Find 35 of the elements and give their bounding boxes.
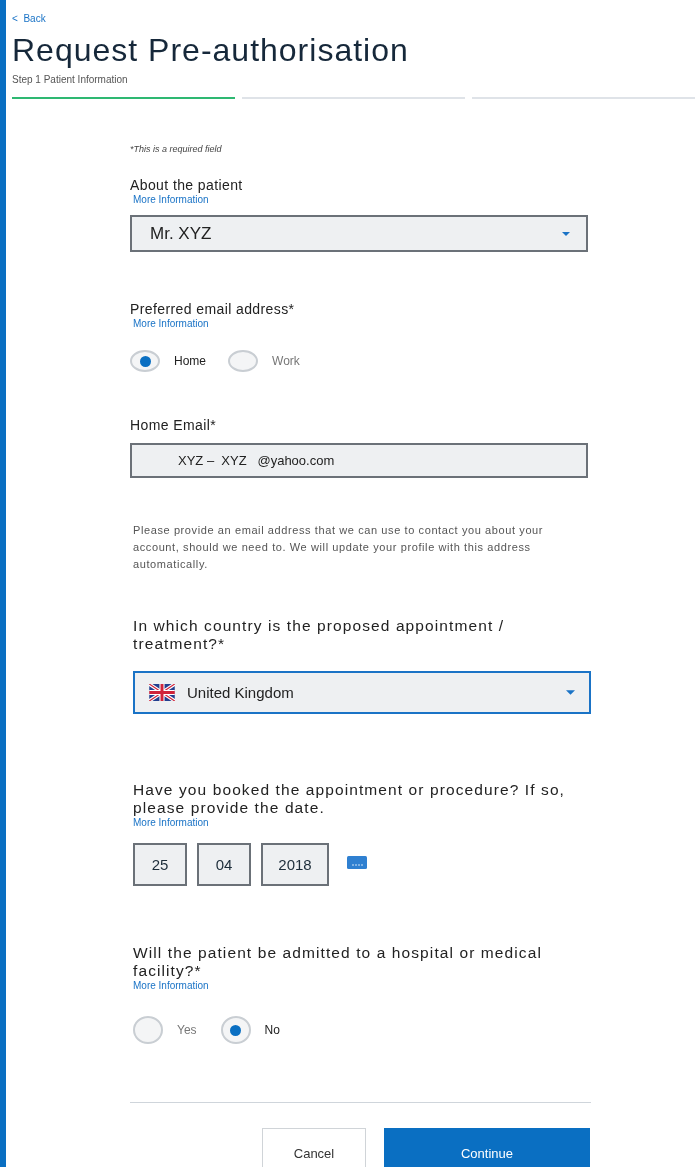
cancel-button[interactable]: Cancel	[262, 1128, 366, 1167]
day-field[interactable]: 25	[133, 843, 187, 886]
radio-option[interactable]: No	[220, 1016, 280, 1044]
continue-button[interactable]: Continue	[384, 1128, 590, 1167]
country-select[interactable]: United Kingdom	[133, 671, 591, 714]
required-note: *This is a required field	[130, 144, 223, 154]
field-label: Have you booked the appointment or procedure? If so, please provide the date.	[132, 781, 567, 817]
flag-icon	[149, 684, 175, 701]
help-text: Please provide an email address that we can use to contact you about your account, should we need to. We will update your profile with this address automatically.	[133, 523, 545, 572]
more-information-link[interactable]: More Information	[130, 817, 591, 829]
patient-select[interactable]: Mr. XYZ	[130, 215, 588, 252]
field-label: In which country is the proposed appointment / treatment?*	[132, 617, 506, 653]
more-information-link[interactable]: More Information	[130, 980, 591, 992]
radio-button[interactable]	[130, 350, 160, 372]
field-label: Home Email*	[130, 416, 218, 434]
radio-option[interactable]: Home	[130, 350, 206, 372]
radio-option[interactable]: Work	[228, 350, 300, 372]
step-label: Step 1 Patient Information	[12, 74, 129, 85]
more-information-link[interactable]: More Information	[130, 194, 591, 206]
page-title: Request Pre-authorisation	[12, 32, 410, 68]
caret-icon	[566, 690, 575, 695]
field-label: Will the patient be admitted to a hospital or medical facility?*	[132, 944, 543, 980]
year-field[interactable]: 2018	[261, 843, 329, 886]
calendar-icon[interactable]	[347, 856, 367, 869]
email-field[interactable]: XYZ – XYZ @yahoo.com	[130, 443, 588, 478]
radio-option[interactable]: Yes	[133, 1016, 197, 1044]
back-link[interactable]: < Back	[12, 13, 46, 24]
field-label: Preferred email address*	[130, 300, 296, 318]
month-field[interactable]: 04	[197, 843, 251, 886]
radio-button[interactable]	[133, 1016, 163, 1044]
field-label: About the patient	[130, 176, 244, 194]
more-information-link[interactable]: More Information	[130, 318, 591, 330]
radio-button[interactable]	[220, 1016, 251, 1044]
radio-button[interactable]	[228, 350, 258, 372]
caret-icon	[562, 231, 570, 236]
